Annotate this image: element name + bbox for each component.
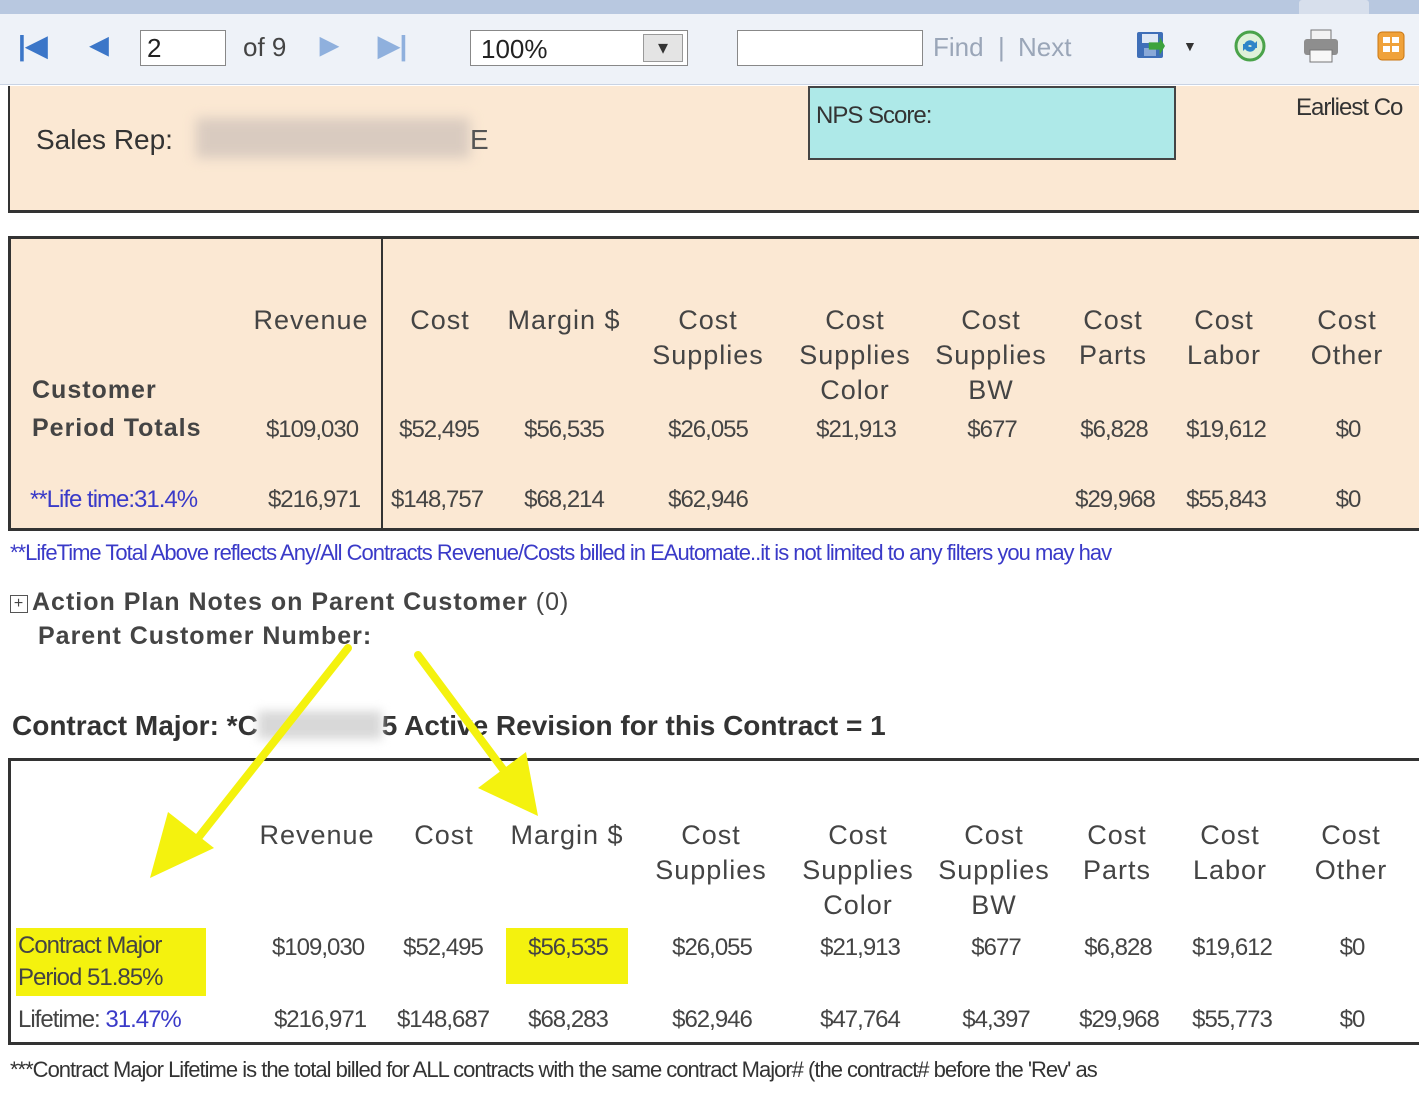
arrow-left — [150, 644, 352, 878]
annotation-arrows — [150, 644, 538, 878]
arrow-right — [414, 651, 538, 816]
